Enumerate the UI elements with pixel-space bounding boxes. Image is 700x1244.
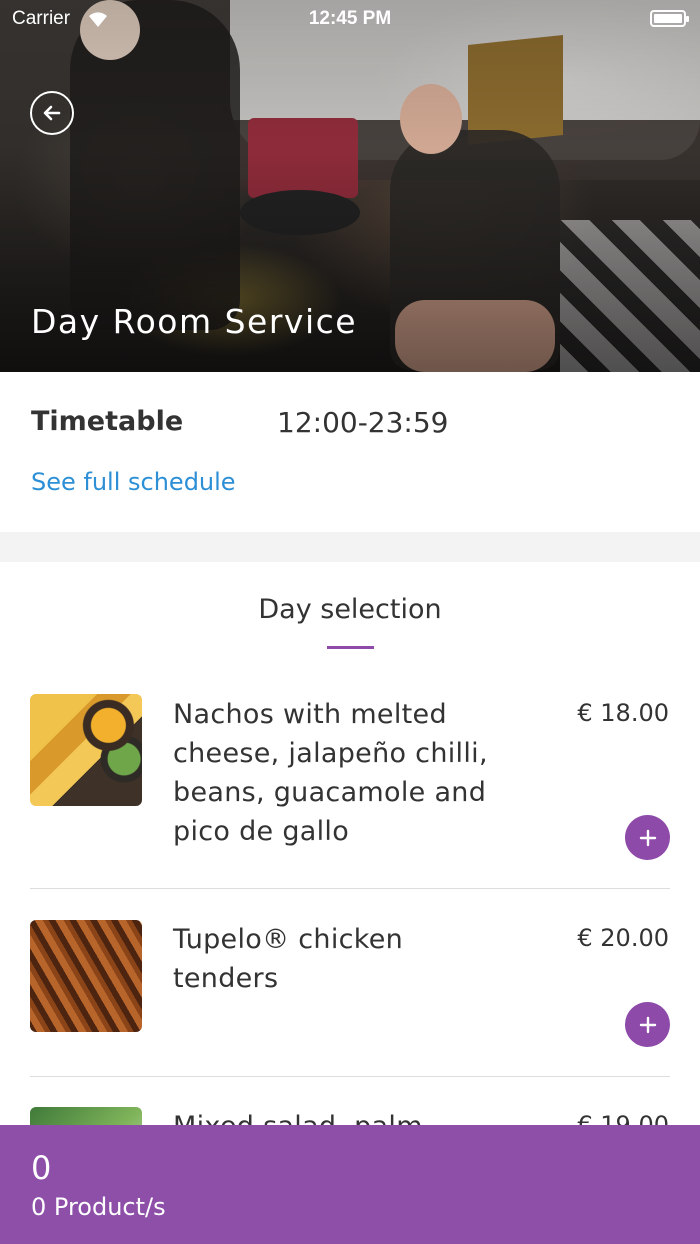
status-bar: Carrier 12:45 PM bbox=[0, 0, 700, 38]
back-button[interactable] bbox=[30, 91, 74, 135]
section-title: Day selection bbox=[258, 594, 442, 625]
cart-total: 0 bbox=[31, 1149, 52, 1187]
arrow-left-icon bbox=[43, 105, 61, 121]
battery-icon bbox=[650, 10, 689, 27]
menu-item-nachos[interactable]: Nachos with melted cheese, jalapeño chil… bbox=[0, 670, 700, 889]
chicken-tenders-photo bbox=[30, 920, 142, 1032]
section-title-underline bbox=[327, 646, 374, 649]
cart-product-count: 0 Product/s bbox=[31, 1193, 166, 1221]
timetable-hours: 12:00-23:59 bbox=[277, 406, 449, 439]
menu-item-price: € 20.00 bbox=[577, 924, 669, 952]
menu-item-chicken-tenders[interactable]: Tupelo® chicken tenders € 20.00 bbox=[0, 889, 700, 1077]
menu-item-name: Tupelo® chicken tenders bbox=[173, 924, 404, 994]
timetable-section: Timetable 12:00-23:59 See full schedule bbox=[0, 372, 700, 532]
menu-item-price: € 18.00 bbox=[577, 699, 669, 727]
nachos-photo bbox=[30, 694, 142, 806]
add-to-cart-button[interactable] bbox=[625, 1002, 670, 1047]
plus-icon bbox=[639, 829, 656, 846]
add-to-cart-button[interactable] bbox=[625, 815, 670, 860]
cart-bar[interactable]: 0 0 Product/s bbox=[0, 1125, 700, 1244]
see-full-schedule-link[interactable]: See full schedule bbox=[31, 468, 236, 496]
timetable-label: Timetable bbox=[31, 406, 184, 437]
menu-item-name: Nachos with melted cheese, jalapeño chil… bbox=[173, 699, 488, 847]
section-divider bbox=[0, 532, 700, 562]
status-time: 12:45 PM bbox=[308, 8, 392, 29]
plus-icon bbox=[639, 1016, 656, 1033]
page-title: Day Room Service bbox=[31, 302, 358, 341]
